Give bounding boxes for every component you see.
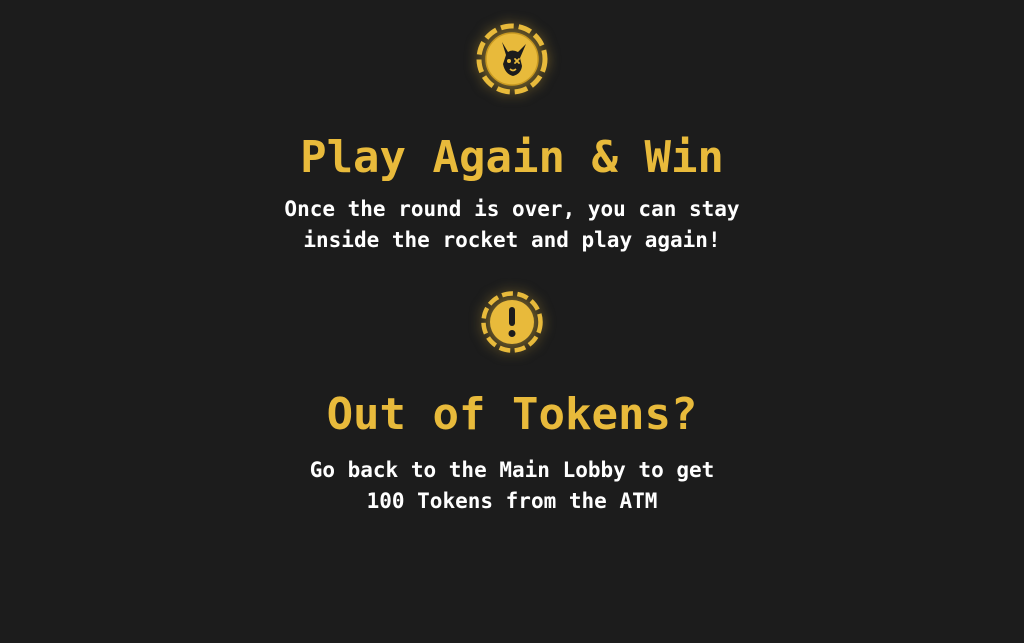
description-line: inside the rocket and play again! — [303, 228, 721, 252]
section-title-play-again: Play Again & Win — [300, 132, 724, 183]
description-line: Once the round is over, you can stay — [284, 197, 740, 221]
kangaroo-chip-icon — [475, 22, 549, 96]
description-line: 100 Tokens from the ATM — [366, 489, 658, 513]
section-title-out-of-tokens: Out of Tokens? — [326, 389, 698, 440]
description-line: Go back to the Main Lobby to get — [309, 458, 715, 482]
section-description-play-again: Once the round is over, you can stay ins… — [0, 194, 1024, 256]
section-description-out-of-tokens: Go back to the Main Lobby to get 100 Tok… — [0, 455, 1024, 517]
exclamation-chip-icon — [480, 290, 544, 354]
